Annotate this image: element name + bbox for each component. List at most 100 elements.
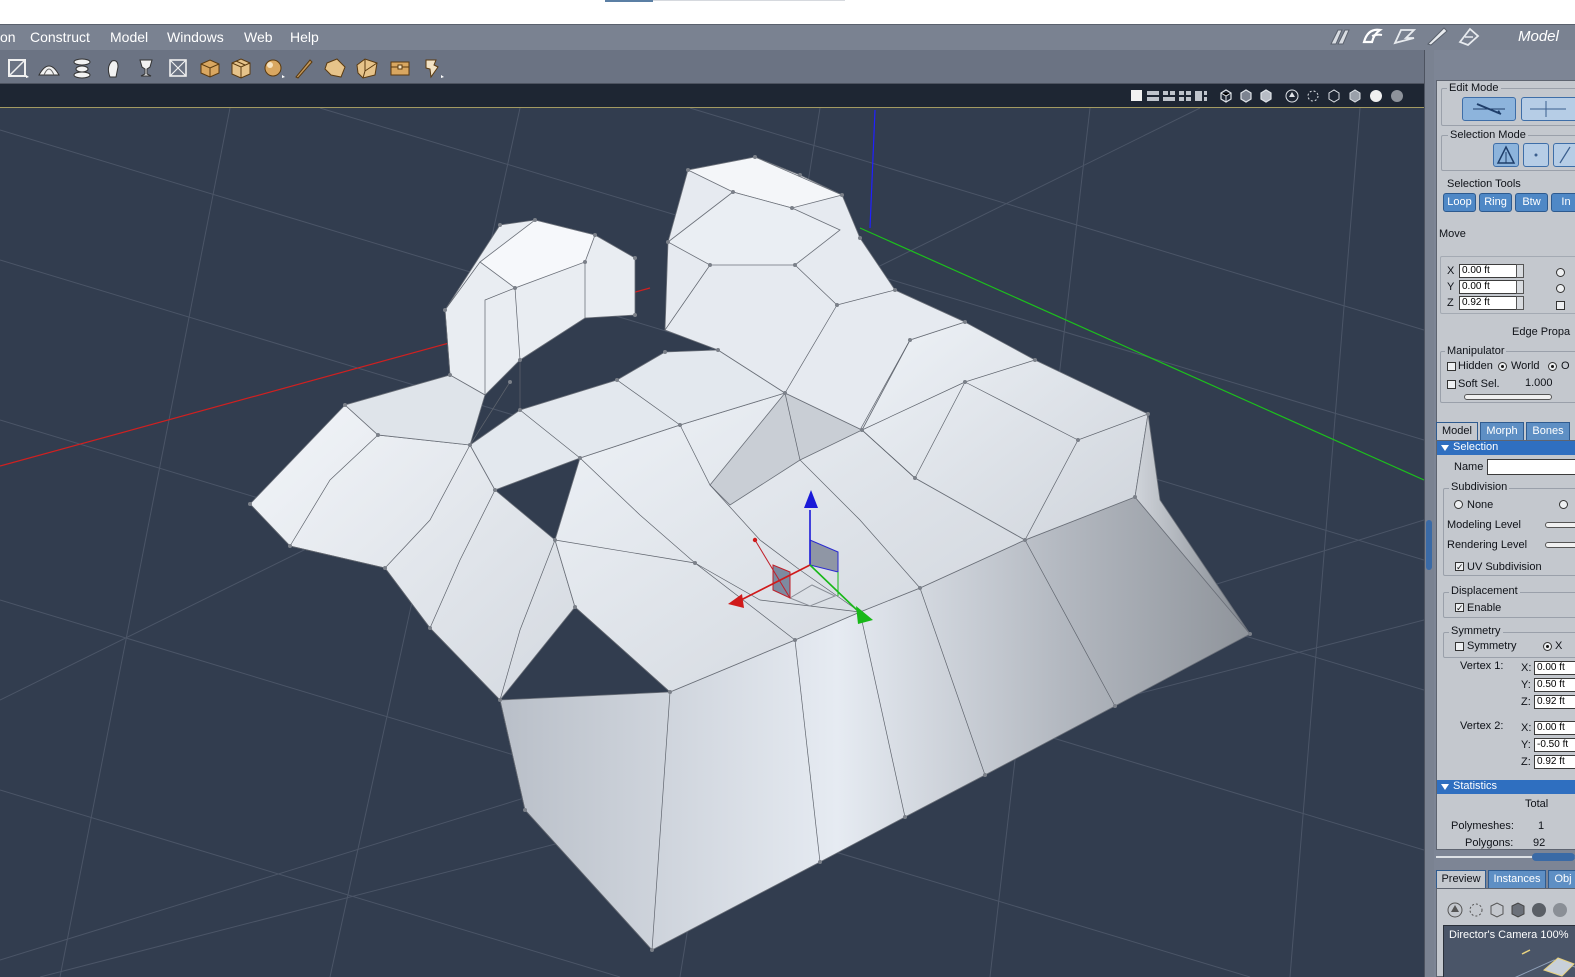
active-window-tab[interactable]	[605, 0, 653, 2]
extrude-tool-icon[interactable]	[102, 57, 126, 79]
rendering-level-slider[interactable]	[1545, 542, 1575, 548]
folded-box-tool-icon[interactable]	[355, 57, 379, 79]
between-button[interactable]: Btw	[1515, 193, 1548, 212]
splitter-grip[interactable]	[1426, 520, 1432, 570]
cube-tool-icon[interactable]	[198, 57, 222, 79]
edit-mode-manipulate-button[interactable]	[1521, 97, 1575, 121]
tab-instances[interactable]: Instances	[1488, 870, 1546, 888]
preview-orbit-icon[interactable]	[1447, 902, 1463, 918]
selection-section-header[interactable]: Selection	[1437, 441, 1575, 455]
wire-cube-icon[interactable]	[1327, 89, 1341, 103]
solid-cube-icon[interactable]	[1348, 89, 1362, 103]
soft-selection-checkbox[interactable]	[1447, 380, 1456, 389]
subdivision-other-radio[interactable]	[1559, 500, 1568, 509]
vertex-1-z-field[interactable]: 0.92 ft	[1534, 695, 1575, 709]
move-z-field[interactable]: 0.92 ft	[1459, 296, 1517, 310]
world-radio[interactable]	[1498, 362, 1507, 371]
move-x-field[interactable]: 0.00 ft	[1459, 264, 1517, 278]
preview-solid-icon[interactable]	[1511, 902, 1525, 918]
tab-bones[interactable]: Bones	[1526, 422, 1570, 440]
3d-viewport[interactable]	[0, 108, 1424, 977]
hidden-checkbox[interactable]	[1447, 362, 1456, 371]
pencil-tool-icon[interactable]	[292, 57, 316, 79]
vertex-2-y-field[interactable]: -0.50 ft	[1534, 738, 1575, 752]
select-polygon-button[interactable]	[1493, 143, 1519, 167]
chest-tool-icon[interactable]	[388, 57, 412, 79]
preview-dolly-icon[interactable]	[1469, 903, 1483, 917]
soft-selection-slider[interactable]	[1464, 394, 1552, 400]
sphere-tool-icon[interactable]	[262, 57, 286, 79]
shaded-sphere-icon[interactable]	[1369, 89, 1383, 103]
loop-button[interactable]: Loop	[1443, 193, 1476, 212]
edit-mode-move-button[interactable]	[1462, 97, 1516, 121]
preview-splitter-knob[interactable]	[1532, 853, 1575, 861]
menu-item-model[interactable]: Model	[110, 29, 148, 45]
package-tool-icon[interactable]	[229, 57, 253, 79]
move-y-field[interactable]: 0.00 ft	[1459, 280, 1517, 294]
hair-room-icon[interactable]	[1392, 26, 1418, 46]
uv-subdivision-checkbox[interactable]: ✓	[1455, 562, 1464, 572]
move-option-radio-1[interactable]	[1556, 268, 1565, 277]
displacement-enable-checkbox[interactable]: ✓	[1455, 603, 1464, 613]
menu-item-construct[interactable]: Construct	[30, 29, 90, 45]
select-edge-button[interactable]	[1553, 143, 1575, 167]
hand-tool-icon[interactable]	[323, 57, 347, 79]
preview-gray-icon[interactable]	[1553, 903, 1567, 917]
statistics-section-header[interactable]: Statistics	[1437, 780, 1575, 794]
move-option-checkbox[interactable]	[1556, 301, 1565, 310]
preview-camera-label[interactable]: Director's Camera 100%	[1449, 929, 1568, 941]
face-room-icon[interactable]	[1360, 26, 1386, 46]
camera-dots-icon[interactable]	[1306, 89, 1320, 103]
preview-viewport[interactable]: Director's Camera 100%	[1443, 925, 1575, 977]
torn-paper-tool-icon[interactable]	[421, 57, 445, 79]
object-radio[interactable]	[1548, 362, 1557, 371]
cloth-room-icon[interactable]	[1424, 26, 1450, 46]
camera-up-icon[interactable]	[1285, 89, 1299, 103]
move-option-radio-2[interactable]	[1556, 284, 1565, 293]
polymesh-model[interactable]	[249, 156, 1251, 951]
lathe-tool-icon[interactable]	[70, 57, 94, 79]
box-frame-tool-icon[interactable]	[166, 57, 190, 79]
single-view-icon[interactable]	[1131, 90, 1142, 101]
vertex-2-x-field[interactable]: 0.00 ft	[1534, 721, 1575, 735]
pose-room-icon[interactable]	[1328, 26, 1354, 46]
preview-wire-icon[interactable]	[1490, 902, 1504, 918]
inside-button[interactable]: In	[1551, 193, 1575, 212]
shading-solid-icon[interactable]	[1259, 89, 1273, 103]
menu-item-help[interactable]: Help	[290, 29, 319, 45]
modeling-level-slider[interactable]	[1545, 522, 1575, 528]
symmetry-x-radio[interactable]	[1543, 642, 1552, 651]
tab-morph[interactable]: Morph	[1480, 422, 1524, 440]
tab-preview[interactable]: Preview	[1436, 870, 1486, 888]
move-x-spinner[interactable]	[1516, 264, 1524, 278]
move-z-spinner[interactable]	[1516, 296, 1524, 310]
goblet-tool-icon[interactable]	[134, 57, 158, 79]
three-view-icon[interactable]	[1162, 89, 1176, 103]
shading-wire-icon[interactable]	[1219, 89, 1233, 103]
gray-sphere-icon[interactable]	[1390, 89, 1404, 103]
select-vertex-button[interactable]	[1523, 143, 1549, 167]
menu-item-web[interactable]: Web	[244, 29, 273, 45]
vertex-2-z-field[interactable]: 0.92 ft	[1534, 755, 1575, 769]
four-view-icon[interactable]	[1178, 89, 1192, 103]
preview-shade-icon[interactable]	[1532, 903, 1546, 917]
vertex-1-y-field[interactable]: 0.50 ft	[1534, 678, 1575, 692]
shading-hidden-icon[interactable]	[1239, 89, 1253, 103]
ring-button[interactable]: Ring	[1479, 193, 1512, 212]
custom-view-icon[interactable]	[1194, 89, 1208, 103]
menu-item-animation[interactable]: on	[0, 29, 16, 45]
dome-tool-icon[interactable]	[37, 57, 61, 79]
frame-tool-icon[interactable]	[6, 57, 30, 79]
tab-model[interactable]: Model	[1436, 422, 1478, 440]
edge-properties-link[interactable]: Edge Propa	[1512, 326, 1570, 338]
vertex-1-x-field[interactable]: 0.00 ft	[1534, 661, 1575, 675]
subdivision-none-radio[interactable]	[1454, 500, 1463, 509]
move-y-spinner[interactable]	[1516, 280, 1524, 294]
tab-objects[interactable]: Obj	[1548, 870, 1575, 888]
two-view-icon[interactable]	[1146, 89, 1160, 103]
name-field[interactable]	[1487, 459, 1575, 475]
symmetry-checkbox[interactable]	[1455, 642, 1464, 651]
panel-splitter[interactable]	[1424, 50, 1434, 977]
material-room-icon[interactable]	[1456, 26, 1482, 46]
preview-splitter[interactable]	[1434, 852, 1575, 862]
